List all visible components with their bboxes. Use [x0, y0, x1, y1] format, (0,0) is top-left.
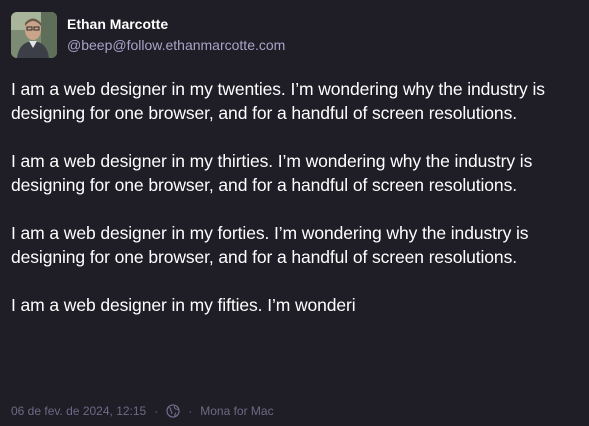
post-meta: 06 de fev. de 2024, 12:15 · · Mona for M… — [11, 404, 274, 418]
post-content: I am a web designer in my twenties. I’m … — [11, 77, 577, 317]
post-timestamp[interactable]: 06 de fev. de 2024, 12:15 — [11, 404, 146, 418]
post-paragraph: I am a web designer in my thirties. I’m … — [11, 151, 533, 195]
post-paragraph: I am a web designer in my twenties. I’m … — [11, 79, 545, 123]
author-handle[interactable]: @beep@follow.ethanmarcotte.com — [67, 36, 285, 54]
globe-icon — [166, 404, 180, 418]
post-paragraph: I am a web designer in my forties. I’m w… — [11, 223, 529, 267]
post-client: Mona for Mac — [200, 404, 274, 418]
post-card: Ethan Marcotte @beep@follow.ethanmarcott… — [0, 0, 589, 426]
post-header: Ethan Marcotte @beep@follow.ethanmarcott… — [11, 11, 577, 59]
meta-separator: · — [154, 404, 159, 418]
avatar[interactable] — [11, 12, 57, 58]
meta-separator: · — [188, 404, 193, 418]
author-names: Ethan Marcotte @beep@follow.ethanmarcott… — [67, 16, 285, 54]
post-paragraph: I am a web designer in my fifties. I’m w… — [11, 295, 356, 315]
author-display-name[interactable]: Ethan Marcotte — [67, 16, 285, 32]
